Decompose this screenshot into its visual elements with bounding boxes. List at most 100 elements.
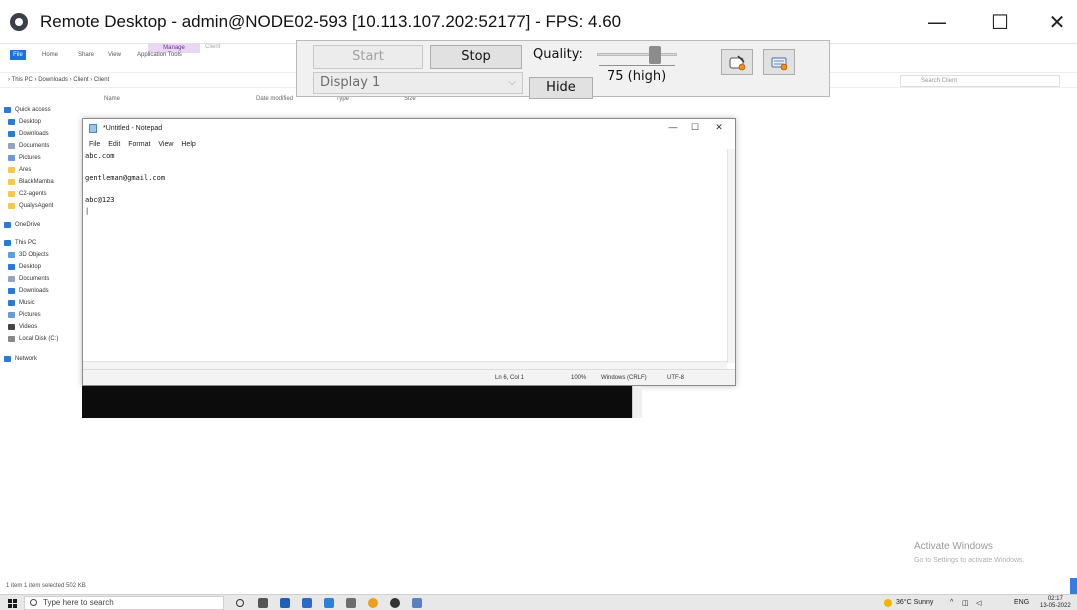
start-button[interactable]: Start: [313, 45, 423, 69]
display-select[interactable]: Display 1 ⌵: [313, 72, 523, 94]
notepad-vertical-scrollbar[interactable]: [727, 149, 735, 363]
quality-slider[interactable]: [597, 46, 677, 64]
folder-icon: [8, 264, 15, 270]
app-logo-icon: [10, 13, 28, 31]
taskbar-clock[interactable]: 02:17 13-05-2022: [1040, 596, 1071, 610]
nav-item[interactable]: Pictures: [8, 312, 41, 318]
store-icon[interactable]: [302, 598, 312, 608]
nav-item[interactable]: C2-agents: [8, 191, 47, 197]
explorer-tab-share[interactable]: Share: [78, 52, 94, 58]
console-scrollbar[interactable]: [632, 386, 642, 418]
folder-icon: [8, 288, 15, 294]
mail-icon[interactable]: [324, 598, 334, 608]
nav-item[interactable]: Downloads: [8, 131, 49, 137]
hide-button[interactable]: Hide: [529, 77, 593, 99]
keyboard-control-button[interactable]: [763, 49, 795, 75]
chevron-up-icon[interactable]: ^: [950, 599, 953, 606]
explorer-tab-application-tools[interactable]: Application Tools: [137, 52, 182, 58]
taskbar-search-placeholder: Type here to search: [43, 598, 114, 607]
nav-item-label: Desktop: [19, 264, 42, 270]
scroll-edge: [1070, 578, 1077, 594]
windows-start-icon[interactable]: [8, 599, 17, 608]
task-view-icon[interactable]: [258, 598, 268, 608]
close-button[interactable]: ✕: [1037, 8, 1077, 36]
notepad-icon: [89, 124, 97, 133]
language-indicator[interactable]: ENG: [1014, 599, 1029, 606]
explorer-tab-home[interactable]: Home: [42, 52, 58, 58]
volume-icon[interactable]: ◁: [976, 599, 981, 607]
folder-icon: [4, 356, 11, 362]
nav-item-label: Desktop: [19, 119, 42, 125]
folder-icon: [8, 336, 15, 342]
column-name[interactable]: Name: [104, 96, 120, 102]
chrome-icon[interactable]: [368, 598, 378, 608]
nav-item-label: Local Disk (C:): [19, 336, 59, 342]
network-icon[interactable]: ◫: [962, 599, 969, 607]
folder-icon: [8, 155, 15, 161]
console-window[interactable]: [82, 386, 642, 418]
file-explorer-icon[interactable]: [280, 598, 290, 608]
nav-item[interactable]: QualysAgent: [8, 203, 53, 209]
nav-item[interactable]: Videos: [8, 324, 37, 330]
mouse-control-button[interactable]: [721, 49, 753, 75]
nav-item[interactable]: Music: [8, 300, 35, 306]
clock-date: 13-05-2022: [1040, 603, 1071, 609]
text-line: [85, 184, 725, 195]
notepad-titlebar: *Untitled - Notepad: [89, 124, 162, 133]
nav-item-label: Downloads: [19, 131, 49, 137]
nav-item-label: BlackMamba: [19, 179, 54, 185]
nav-item[interactable]: Desktop: [8, 264, 41, 270]
activate-windows-title: Activate Windows: [914, 541, 993, 552]
nav-item-label: Network: [15, 356, 38, 362]
terminal-icon[interactable]: [346, 598, 356, 608]
maximize-button[interactable]: ☐: [980, 8, 1020, 36]
nav-item[interactable]: Ares: [8, 167, 31, 173]
nav-item[interactable]: This PC: [4, 240, 36, 246]
explorer-tab-view[interactable]: View: [108, 52, 121, 58]
notepad-horizontal-scrollbar[interactable]: [83, 361, 727, 369]
nav-item[interactable]: Quick access: [4, 107, 51, 113]
text-line: abc@123: [85, 196, 115, 204]
notepad-text-area[interactable]: abc.com gentleman@gmail.com abc@123 |: [85, 151, 725, 217]
remote-app-icon[interactable]: [412, 598, 422, 608]
nav-item[interactable]: Documents: [8, 276, 49, 282]
quality-slider-thumb[interactable]: [649, 46, 661, 64]
menu-help[interactable]: Help: [181, 141, 195, 148]
nav-item[interactable]: Pictures: [8, 155, 41, 161]
activate-windows-subtitle: Go to Settings to activate Windows.: [914, 557, 1025, 564]
folder-icon: [8, 191, 15, 197]
nav-item[interactable]: Documents: [8, 143, 49, 149]
folder-icon: [4, 222, 11, 228]
nav-item[interactable]: Desktop: [8, 119, 41, 125]
nav-item[interactable]: Downloads: [8, 288, 49, 294]
folder-icon: [8, 167, 15, 173]
menu-file[interactable]: File: [89, 141, 100, 148]
explorer-client-tab[interactable]: Client: [205, 44, 220, 50]
explorer-breadcrumb[interactable]: › This PC › Downloads › Client › Client: [8, 77, 109, 83]
column-date-modified[interactable]: Date modified: [256, 96, 293, 102]
notepad-maximize-button[interactable]: ☐: [685, 122, 705, 133]
folder-icon: [8, 179, 15, 185]
menu-view[interactable]: View: [158, 141, 173, 148]
nav-item[interactable]: Local Disk (C:): [8, 336, 58, 342]
settings-icon[interactable]: [390, 598, 400, 608]
weather-text[interactable]: 36°C Sunny: [896, 599, 933, 606]
minimize-button[interactable]: —: [917, 8, 957, 36]
nav-item[interactable]: BlackMamba: [8, 179, 54, 185]
cortana-icon[interactable]: [236, 599, 244, 607]
nav-item[interactable]: 3D Objects: [8, 252, 49, 258]
nav-item[interactable]: Network: [4, 356, 37, 362]
menu-format[interactable]: Format: [128, 141, 150, 148]
weather-icon: [884, 599, 892, 607]
status-line-ending: Windows (CRLF): [601, 375, 647, 381]
taskbar-search-input[interactable]: Type here to search: [24, 596, 224, 610]
stop-button[interactable]: Stop: [430, 45, 522, 69]
notepad-minimize-button[interactable]: —: [663, 122, 683, 132]
nav-item-label: Downloads: [19, 288, 49, 294]
nav-item-label: This PC: [15, 240, 37, 246]
nav-item[interactable]: OneDrive: [4, 222, 40, 228]
explorer-search-input[interactable]: Search Client: [900, 75, 1060, 87]
explorer-file-tab[interactable]: File: [10, 50, 26, 60]
menu-edit[interactable]: Edit: [108, 141, 120, 148]
notepad-close-button[interactable]: ✕: [709, 122, 729, 133]
